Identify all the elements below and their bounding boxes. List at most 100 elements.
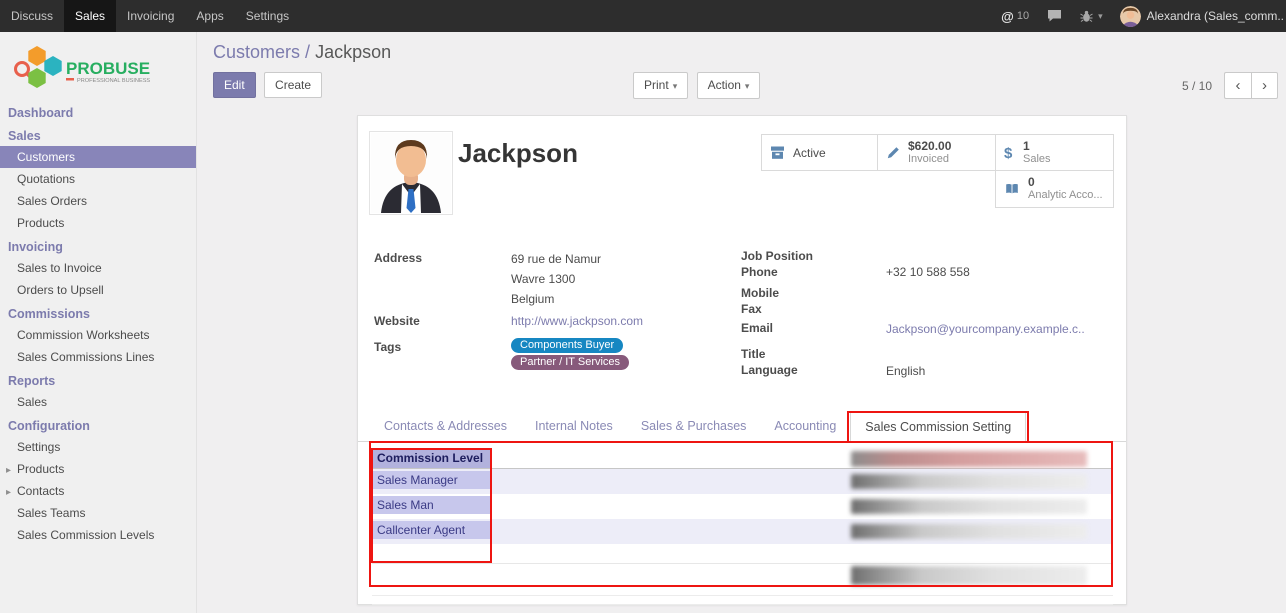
menu-apps[interactable]: Apps [185,0,234,32]
print-menu-button[interactable]: Print▾ [633,72,688,99]
redacted-header-value [851,451,1087,467]
title-label: Title [741,347,765,361]
table-empty-row[interactable] [372,587,1113,596]
sidebar-item-products-config[interactable]: ▸Products [0,458,196,480]
svg-text:$: $ [1004,145,1013,161]
caret-right-icon: ▸ [6,487,17,498]
sidebar-item-contacts[interactable]: ▸Contacts [0,480,196,502]
tab-sales-commission-setting[interactable]: Sales Commission Setting [850,412,1026,442]
mentions-counter[interactable]: @ 10 [992,0,1038,32]
table-row[interactable]: Sales Manager [372,469,1113,494]
sidebar-item-customers[interactable]: Customers [0,146,196,168]
tab-contacts-addresses[interactable]: Contacts & Addresses [370,412,521,441]
menu-settings[interactable]: Settings [235,0,300,32]
sidebar-item-sales-orders[interactable]: Sales Orders [0,190,196,212]
website-link[interactable]: http://www.jackpson.com [511,314,643,328]
caret-down-icon: ▾ [745,81,750,91]
email-link[interactable]: Jackpson@yourcompany.example.c.. [886,322,1085,336]
mention-count: 10 [1017,10,1029,22]
table-row[interactable]: Callcenter Agent [372,519,1113,544]
address-line-3: Belgium [511,292,554,306]
sidebar: PROBUSE PROFESSIONAL BUSINESS Dashboard … [0,32,197,613]
tab-accounting[interactable]: Accounting [760,412,850,441]
sidebar-item-sales-commission-levels[interactable]: Sales Commission Levels [0,524,196,546]
breadcrumb-separator: / [305,42,310,62]
sidebar-item-quotations[interactable]: Quotations [0,168,196,190]
main-content: Customers / Jackpson Edit Create Print▾ … [197,32,1286,613]
sidebar-item-settings[interactable]: Settings [0,436,196,458]
top-navbar: Discuss Sales Invoicing Apps Settings @ … [0,0,1286,32]
address-line-1: 69 rue de Namur [511,252,601,266]
table-header-row: Commission Level [372,449,1113,469]
invoiced-label: Invoiced [908,153,951,166]
pager-next-button[interactable]: › [1251,72,1278,99]
active-stat-button[interactable]: Active [761,134,878,171]
menu-discuss[interactable]: Discuss [0,0,64,32]
tags-label: Tags [374,340,401,354]
sidebar-section-dashboard[interactable]: Dashboard [0,100,196,123]
tag-components-buyer[interactable]: Components Buyer [511,338,623,353]
pager-value: 5 / 10 [1182,79,1212,93]
sidebar-item-sales-teams[interactable]: Sales Teams [0,502,196,524]
redacted-cell-value [851,524,1087,539]
archive-icon [770,145,785,160]
customer-name-title: Jackpson [458,138,578,169]
tab-internal-notes[interactable]: Internal Notes [521,412,627,441]
commission-level-cell[interactable]: Sales Man [373,496,490,514]
phone-label: Phone [741,265,778,279]
at-icon: @ [1001,9,1014,24]
sidebar-section-commissions[interactable]: Commissions [0,301,196,324]
tag-partner-it-services[interactable]: Partner / IT Services [511,355,629,370]
caret-right-icon: ▸ [6,465,17,476]
table-row[interactable]: Sales Man [372,494,1113,519]
invoiced-stat-button[interactable]: $620.00 Invoiced [877,134,996,171]
sidebar-section-invoicing[interactable]: Invoicing [0,234,196,257]
menu-sales[interactable]: Sales [64,0,116,32]
action-buttons: Print▾ Action▾ [633,72,760,99]
table-empty-row[interactable] [372,544,1113,564]
sidebar-section-configuration[interactable]: Configuration [0,413,196,436]
analytic-label: Analytic Acco... [1028,189,1103,202]
sales-stat-button[interactable]: $ 1 Sales [995,134,1114,171]
sidebar-item-commission-worksheets[interactable]: Commission Worksheets [0,324,196,346]
email-label: Email [741,321,773,335]
sidebar-item-products[interactable]: Products [0,212,196,234]
customer-photo[interactable] [369,131,453,215]
breadcrumb: Customers / Jackpson [197,32,1286,63]
tab-sales-purchases[interactable]: Sales & Purchases [627,412,761,441]
probuse-logo[interactable]: PROBUSE PROFESSIONAL BUSINESS [0,32,196,100]
redacted-cell-value [851,499,1087,514]
commission-level-cell[interactable]: Callcenter Agent [373,521,490,539]
create-button[interactable]: Create [264,72,322,98]
redacted-cell-value [851,474,1087,489]
analytic-stat-button[interactable]: 0 Analytic Acco... [995,170,1114,208]
logo-title: PROBUSE [66,59,150,78]
commission-level-cell[interactable]: Sales Manager [373,471,490,489]
fax-label: Fax [741,302,762,316]
user-name: Alexandra (Sales_comm.. [1147,9,1284,23]
pager: 5 / 10 ‹› [1182,72,1278,99]
action-menu-button[interactable]: Action▾ [697,72,761,99]
chat-bubble-icon [1047,9,1062,23]
menu-invoicing[interactable]: Invoicing [116,0,185,32]
control-panel: Edit Create Print▾ Action▾ 5 / 10 ‹› [213,72,1278,99]
commission-level-column-header[interactable]: Commission Level [373,449,490,468]
sidebar-section-reports[interactable]: Reports [0,368,196,391]
sidebar-item-sales-to-invoice[interactable]: Sales to Invoice [0,257,196,279]
messages-icon[interactable] [1038,0,1071,32]
user-menu[interactable]: Alexandra (Sales_comm.. [1112,6,1286,27]
job-position-label: Job Position [741,249,813,263]
sidebar-item-sales-commissions-lines[interactable]: Sales Commissions Lines [0,346,196,368]
edit-button[interactable]: Edit [213,72,256,98]
breadcrumb-current: Jackpson [315,42,391,62]
breadcrumb-customers[interactable]: Customers [213,42,300,62]
pager-previous-button[interactable]: ‹ [1224,72,1251,99]
table-empty-row[interactable] [372,596,1113,605]
debug-menu[interactable]: ▾ [1071,0,1112,32]
table-empty-row[interactable] [372,564,1113,587]
sidebar-item-orders-to-upsell[interactable]: Orders to Upsell [0,279,196,301]
address-line-2: Wavre 1300 [511,272,575,286]
top-menu-list: Discuss Sales Invoicing Apps Settings [0,0,300,32]
sidebar-section-sales[interactable]: Sales [0,123,196,146]
sidebar-item-reports-sales[interactable]: Sales [0,391,196,413]
